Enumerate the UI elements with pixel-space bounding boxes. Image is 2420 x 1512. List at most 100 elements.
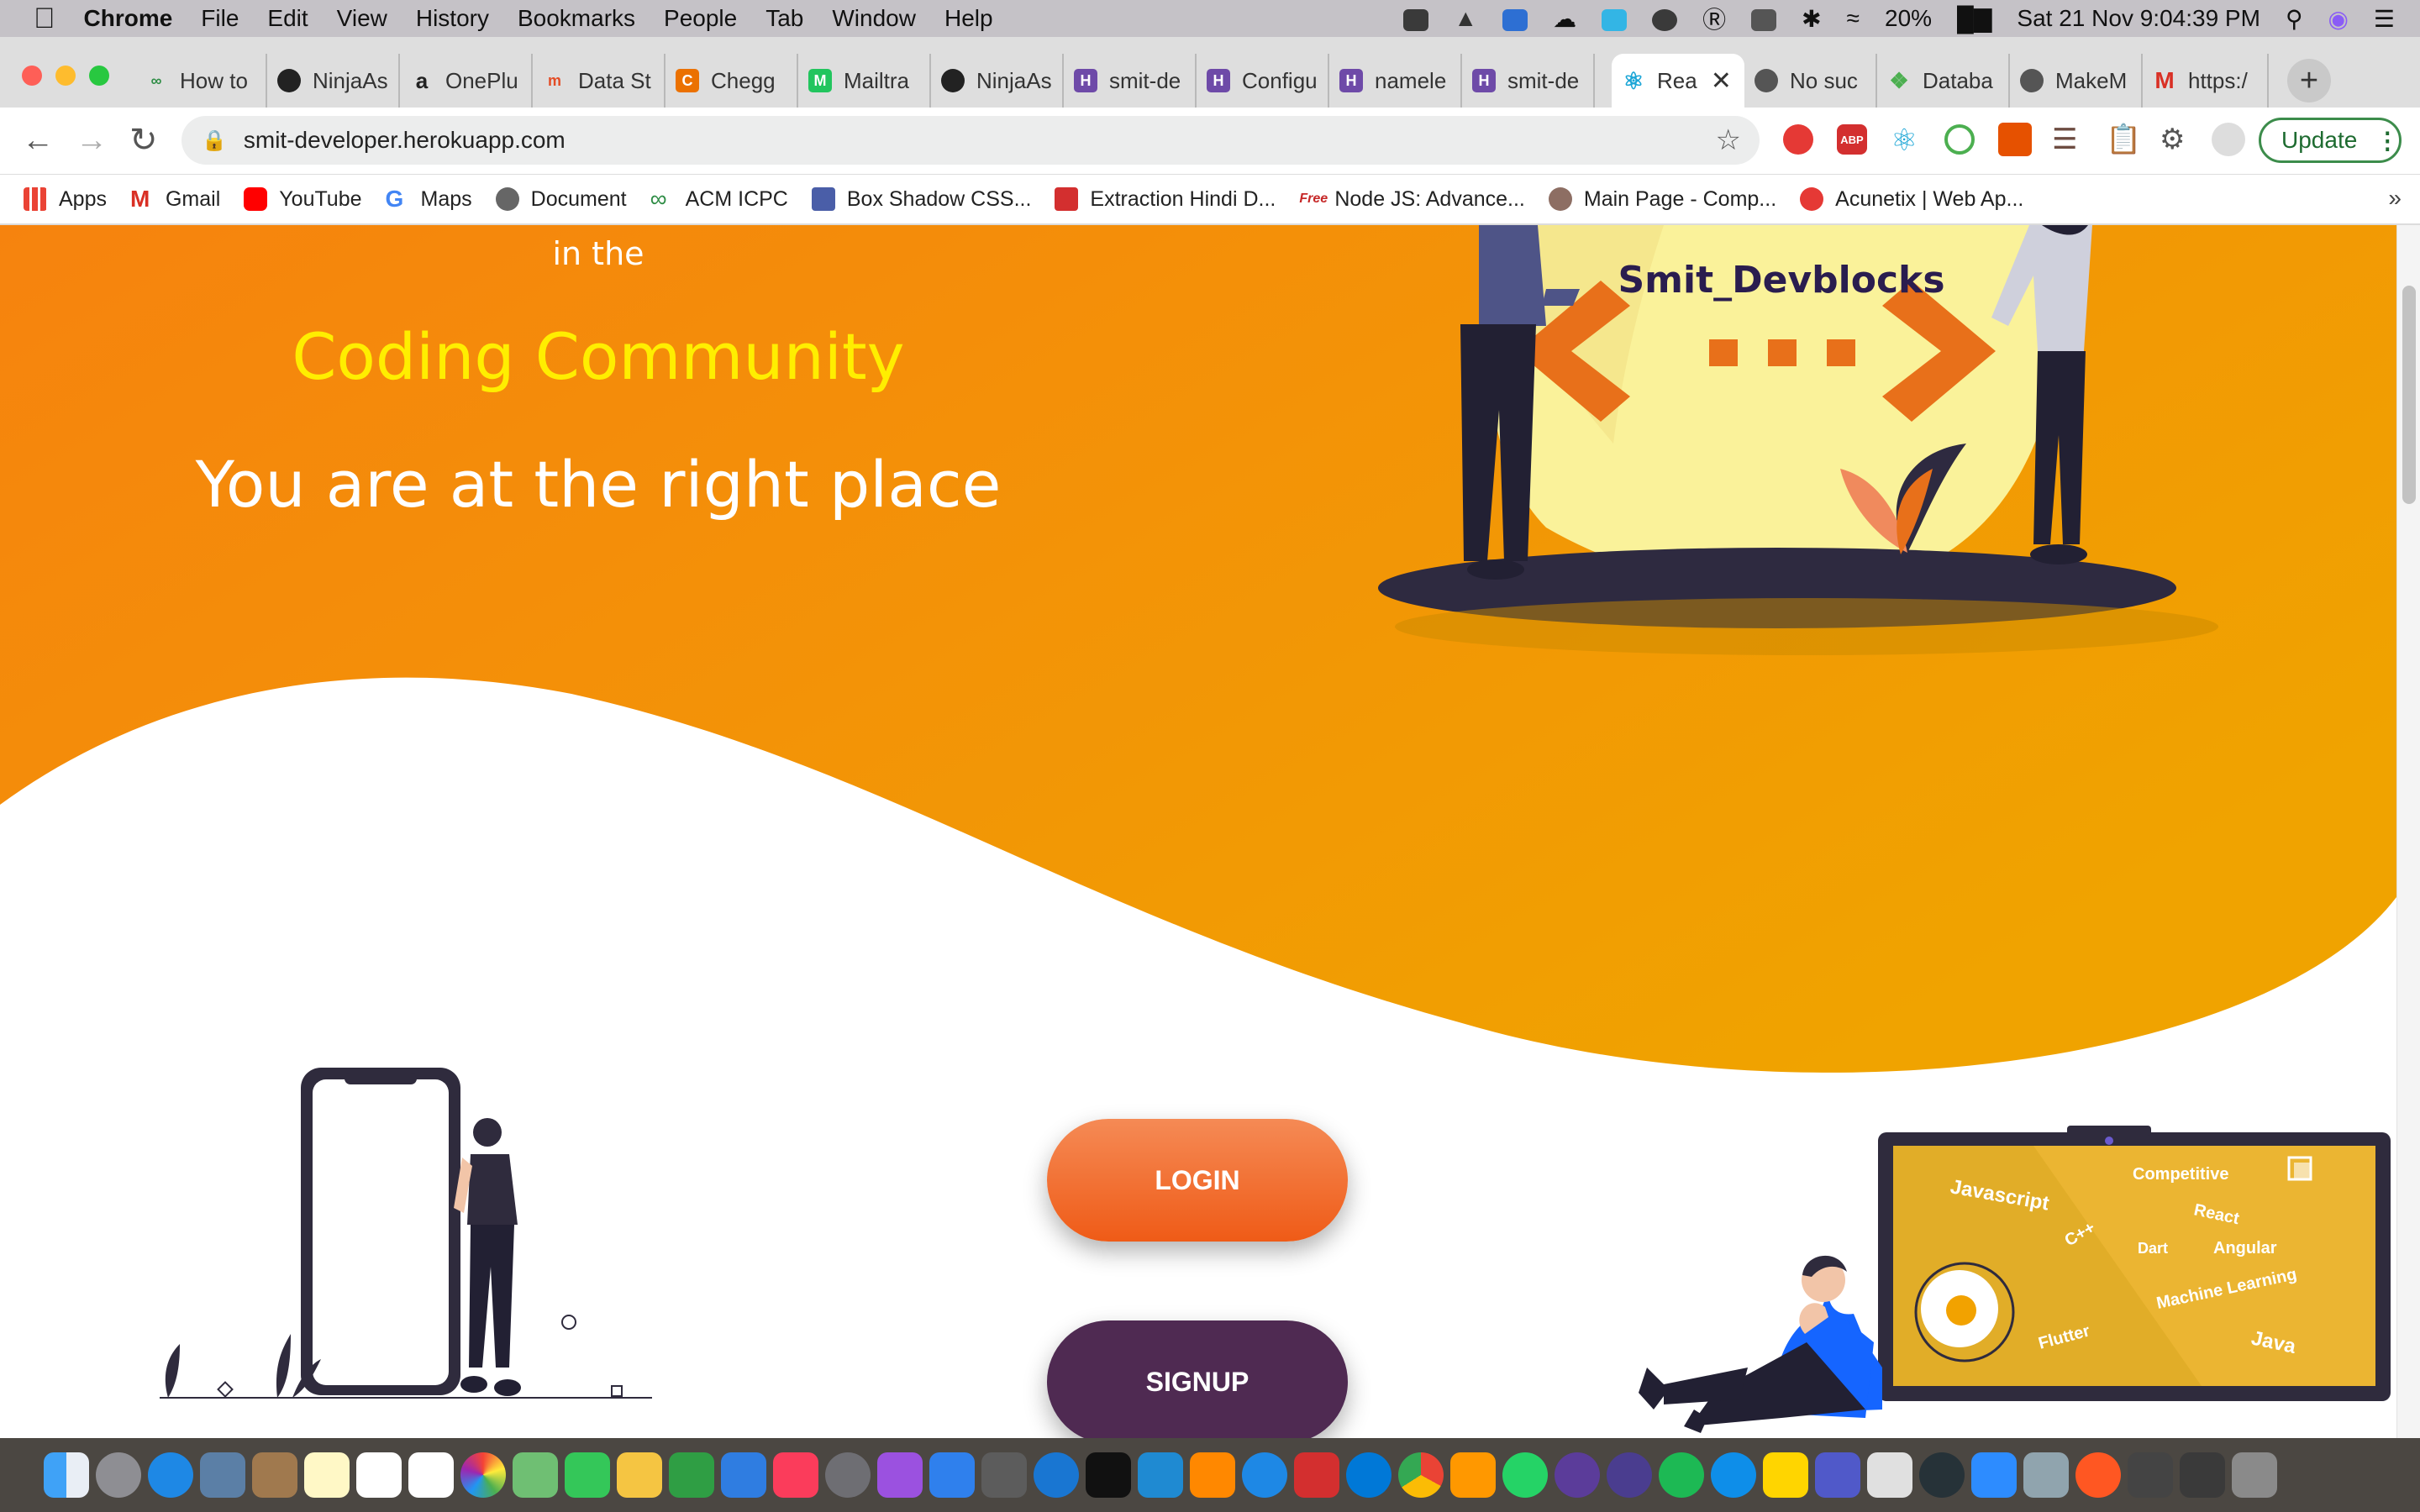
tab-2[interactable]: a OnePlu (400, 54, 533, 108)
tab-10[interactable]: Hsmit-de (1462, 54, 1595, 108)
scrollbar-thumb[interactable] (2402, 286, 2416, 504)
whatsapp-icon[interactable] (1502, 1452, 1548, 1498)
teams-icon[interactable] (1815, 1452, 1860, 1498)
apple-menu-icon[interactable]:  (34, 3, 55, 35)
bookmark-box-shadow[interactable]: Box Shadow CSS... (811, 187, 1031, 212)
window-minimize-icon[interactable] (55, 66, 76, 86)
tab-1[interactable]: NinjaAs (267, 54, 400, 108)
extensions-puzzle-icon[interactable]: ⚙ (2160, 123, 2185, 156)
tab-5[interactable]: M Mailtra (798, 54, 931, 108)
wifi-icon[interactable]: ≈ (1847, 5, 1860, 32)
bookmark-acm-icpc[interactable]: ∞ ACM ICPC (650, 187, 788, 212)
tab-13[interactable]: ❖ Databa (1877, 54, 2010, 108)
reload-icon[interactable]: ↻ (129, 121, 158, 160)
miro-icon[interactable] (1763, 1452, 1808, 1498)
launchpad-icon[interactable] (96, 1452, 141, 1498)
bookmark-acunetix[interactable]: Acunetix | Web Ap... (1800, 187, 2023, 212)
adblock-extension-icon[interactable]: ABP (1837, 124, 1867, 155)
todo-icon[interactable] (929, 1452, 975, 1498)
siri-dock-icon[interactable] (1555, 1452, 1600, 1498)
maps-icon[interactable] (513, 1452, 558, 1498)
teamviewer-status-icon[interactable] (1502, 5, 1528, 32)
react-devtools-extension-icon[interactable]: ⚛ (1891, 123, 1918, 158)
tab-0[interactable]: ∞ How to (134, 54, 267, 108)
tab-3[interactable]: m Data St (533, 54, 666, 108)
bookmark-star-icon[interactable]: ☆ (1716, 123, 1741, 157)
podcasts-icon[interactable] (877, 1452, 923, 1498)
battery-icon[interactable]: █▇ (1957, 5, 1991, 33)
vlc-status-icon[interactable]: ▲ (1454, 5, 1477, 32)
notification-center-icon[interactable]: ☰ (2374, 5, 2395, 33)
login-button[interactable]: LOGIN (1047, 1119, 1348, 1242)
menu-help[interactable]: Help (944, 5, 993, 32)
help-icon[interactable] (981, 1452, 1027, 1498)
grammar-extension-icon[interactable] (1944, 124, 1975, 155)
vlc-icon[interactable] (1190, 1452, 1235, 1498)
back-arrow-icon[interactable]: ← (22, 123, 54, 159)
minimized-window-2-icon[interactable] (2180, 1452, 2225, 1498)
safari-icon[interactable] (148, 1452, 193, 1498)
wappalyzer-extension-icon[interactable]: ☰ (2052, 123, 2077, 156)
new-tab-button[interactable]: + (2287, 59, 2331, 102)
facetime-status-icon[interactable] (1403, 5, 1429, 32)
system-preferences-icon[interactable] (825, 1452, 871, 1498)
bookmark-maps[interactable]: G Maps (386, 187, 472, 212)
window-close-icon[interactable] (22, 66, 42, 86)
tab-close-icon[interactable]: ✕ (1711, 66, 1732, 96)
menu-view[interactable]: View (337, 5, 387, 32)
tab-9[interactable]: Hnamele (1329, 54, 1462, 108)
menu-tab[interactable]: Tab (765, 5, 803, 32)
profile-avatar[interactable] (2212, 123, 2245, 156)
bluetooth-icon[interactable]: ✱ (1802, 5, 1821, 33)
ublock-extension-icon[interactable] (1783, 124, 1813, 155)
on-extension-icon[interactable] (1998, 123, 2032, 156)
photos-icon[interactable] (460, 1452, 506, 1498)
keyboard-status-icon[interactable] (1751, 5, 1777, 32)
menu-file[interactable]: File (201, 5, 239, 32)
terminal-icon[interactable] (1086, 1452, 1131, 1498)
quicktime-icon[interactable] (1919, 1452, 1965, 1498)
clipboard-extension-icon[interactable]: 📋 (2106, 123, 2141, 156)
teamviewer-icon[interactable] (1711, 1452, 1756, 1498)
bookmark-gmail[interactable]: M Gmail (130, 187, 220, 212)
numbers-icon[interactable] (669, 1452, 714, 1498)
app-store-2-icon[interactable] (1242, 1452, 1287, 1498)
bookmark-youtube[interactable]: YouTube (244, 187, 362, 212)
menu-window[interactable]: Window (832, 5, 916, 32)
tab-6[interactable]: NinjaAs (931, 54, 1064, 108)
contacts-icon[interactable] (252, 1452, 297, 1498)
tor-icon[interactable] (1607, 1452, 1652, 1498)
tab-11-active[interactable]: ⚛ Rea ✕ (1612, 54, 1744, 108)
cloud-status-icon[interactable]: ☁ (1553, 5, 1576, 33)
preview-icon[interactable] (2023, 1452, 2069, 1498)
window-maximize-icon[interactable] (89, 66, 109, 86)
chrome-icon[interactable] (1398, 1452, 1444, 1498)
pages-icon[interactable] (617, 1452, 662, 1498)
kebab-menu-icon[interactable]: ⋮ (2375, 127, 2399, 155)
tab-4[interactable]: C Chegg (666, 54, 798, 108)
tab-15[interactable]: Mhttps:/ (2143, 54, 2269, 108)
vertical-scrollbar[interactable] (2396, 225, 2420, 1438)
vscode-icon[interactable] (1138, 1452, 1183, 1498)
anydesk-icon[interactable] (1294, 1452, 1339, 1498)
siri-icon[interactable]: ◉ (2328, 5, 2348, 33)
bookmark-document[interactable]: Document (495, 187, 627, 212)
spotlight-search-icon[interactable]: ⚲ (2286, 5, 2303, 33)
bookmark-apps[interactable]: Apps (24, 187, 107, 212)
music-icon[interactable] (773, 1452, 818, 1498)
sublime-icon[interactable] (1450, 1452, 1496, 1498)
signup-button[interactable]: SIGNUP (1047, 1320, 1348, 1438)
finder-icon[interactable] (44, 1452, 89, 1498)
facetime-icon[interactable] (565, 1452, 610, 1498)
java-icon[interactable] (1867, 1452, 1912, 1498)
menu-people[interactable]: People (664, 5, 737, 32)
menu-history[interactable]: History (416, 5, 489, 32)
clock[interactable]: Sat 21 Nov 9:04:39 PM (2017, 5, 2260, 32)
tab-12[interactable]: No suc (1744, 54, 1877, 108)
c-status-icon[interactable]: Ⓡ (1702, 2, 1726, 35)
bookmark-node-js[interactable]: Free Node JS: Advance... (1299, 187, 1525, 212)
m-status-icon[interactable] (1652, 5, 1678, 32)
menu-bookmarks[interactable]: Bookmarks (518, 5, 635, 32)
bookmark-main-page[interactable]: Main Page - Comp... (1548, 187, 1776, 212)
address-bar[interactable]: 🔒 smit-developer.herokuapp.com ☆ (182, 116, 1760, 165)
